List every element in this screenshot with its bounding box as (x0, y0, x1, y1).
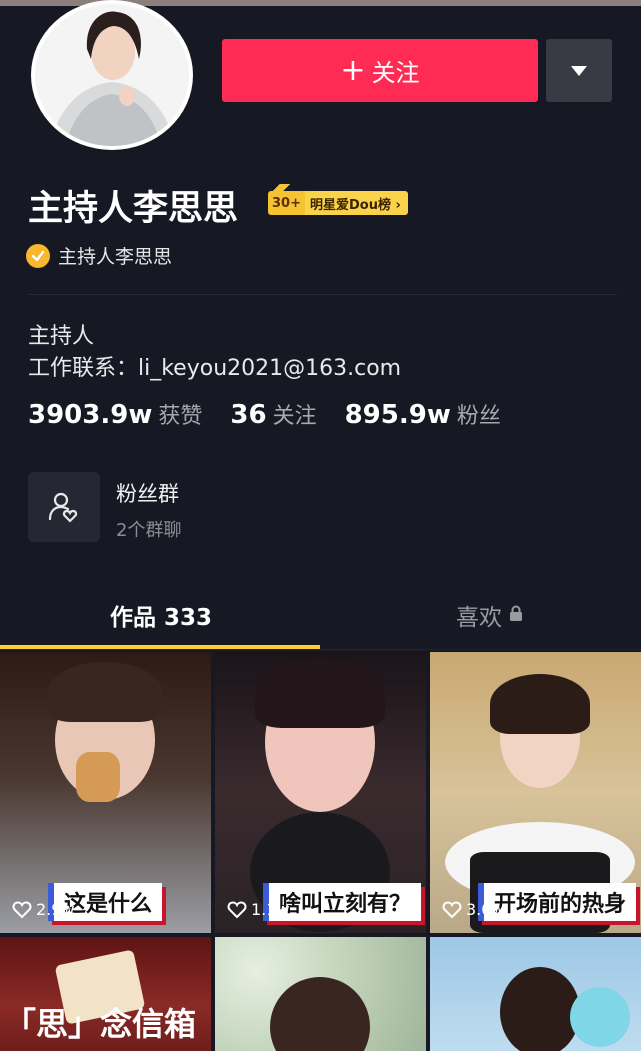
video-thumbnail[interactable]: 开场前的热身 3.0w (430, 652, 641, 933)
lock-icon (509, 602, 523, 628)
verified-check-icon (26, 243, 50, 268)
fan-group-title[interactable]: 粉丝群 (116, 478, 179, 508)
video-likes-count: 2.9w (36, 900, 75, 919)
plus-icon: + (340, 52, 366, 88)
profile-nickname: 主持人李思思 (28, 189, 239, 229)
tab-likes-label: 喜欢 (456, 605, 502, 631)
tab-divider (0, 649, 641, 650)
follow-label: 关注 (371, 59, 420, 87)
stat-likes-value: 3903.9w (28, 400, 153, 430)
video-likes-count: 1.1w (251, 900, 290, 919)
video-thumbnail[interactable]: 「思」念信箱 (0, 937, 211, 1051)
tab-works[interactable]: 作品 333 (110, 598, 212, 632)
fan-group-icon[interactable] (28, 472, 100, 542)
video-likes: 1.1w (227, 900, 290, 919)
video-thumbnail[interactable]: 啥叫立刻有？ 1.1w (215, 652, 426, 933)
video-thumbnail[interactable]: 这是什么 2.9w (0, 652, 211, 933)
divider (28, 294, 617, 295)
rank-number: 30+ (268, 184, 305, 215)
video-likes: 3.0w (442, 900, 505, 919)
avatar[interactable] (31, 0, 193, 150)
heart-icon (442, 900, 462, 918)
stat-following-value: 36 (230, 400, 267, 430)
dropdown-arrow-icon (571, 65, 587, 76)
verification-row: 主持人李思思 (26, 242, 172, 269)
stat-likes-label: 获赞 (158, 404, 203, 429)
follow-button[interactable]: + 关注 (222, 39, 538, 102)
stat-following[interactable]: 36 关注 (230, 398, 316, 430)
rank-badge[interactable]: 30+ 明星爱Dou榜 › (268, 184, 408, 215)
video-thumbnail[interactable] (430, 937, 641, 1051)
fan-group-subtitle: 2个群聊 (116, 520, 182, 541)
rank-label: 明星爱Dou榜 › (304, 191, 408, 215)
video-likes-count: 3.0w (466, 900, 505, 919)
stat-fans[interactable]: 895.9w 粉丝 (345, 398, 501, 430)
video-likes: 2.9w (12, 900, 75, 919)
bio-line-1: 主持人 (28, 324, 95, 349)
verification-text: 主持人李思思 (58, 246, 173, 268)
stat-likes[interactable]: 3903.9w 获赞 (28, 398, 202, 430)
stat-fans-value: 895.9w (344, 400, 451, 430)
bio-line-2: 工作联系：li_keyou2021@163.com (28, 356, 402, 381)
stat-following-label: 关注 (272, 404, 317, 429)
stats-row: 3903.9w 获赞 36 关注 895.9w 粉丝 (28, 398, 529, 430)
stat-fans-label: 粉丝 (456, 404, 501, 429)
video-thumbnail[interactable] (215, 937, 426, 1051)
tab-likes[interactable]: 喜欢 (456, 598, 523, 632)
video-caption: 「思」念信箱 (4, 1005, 197, 1043)
more-options-button[interactable] (546, 39, 612, 102)
heart-icon (227, 900, 247, 918)
heart-icon (12, 900, 32, 918)
